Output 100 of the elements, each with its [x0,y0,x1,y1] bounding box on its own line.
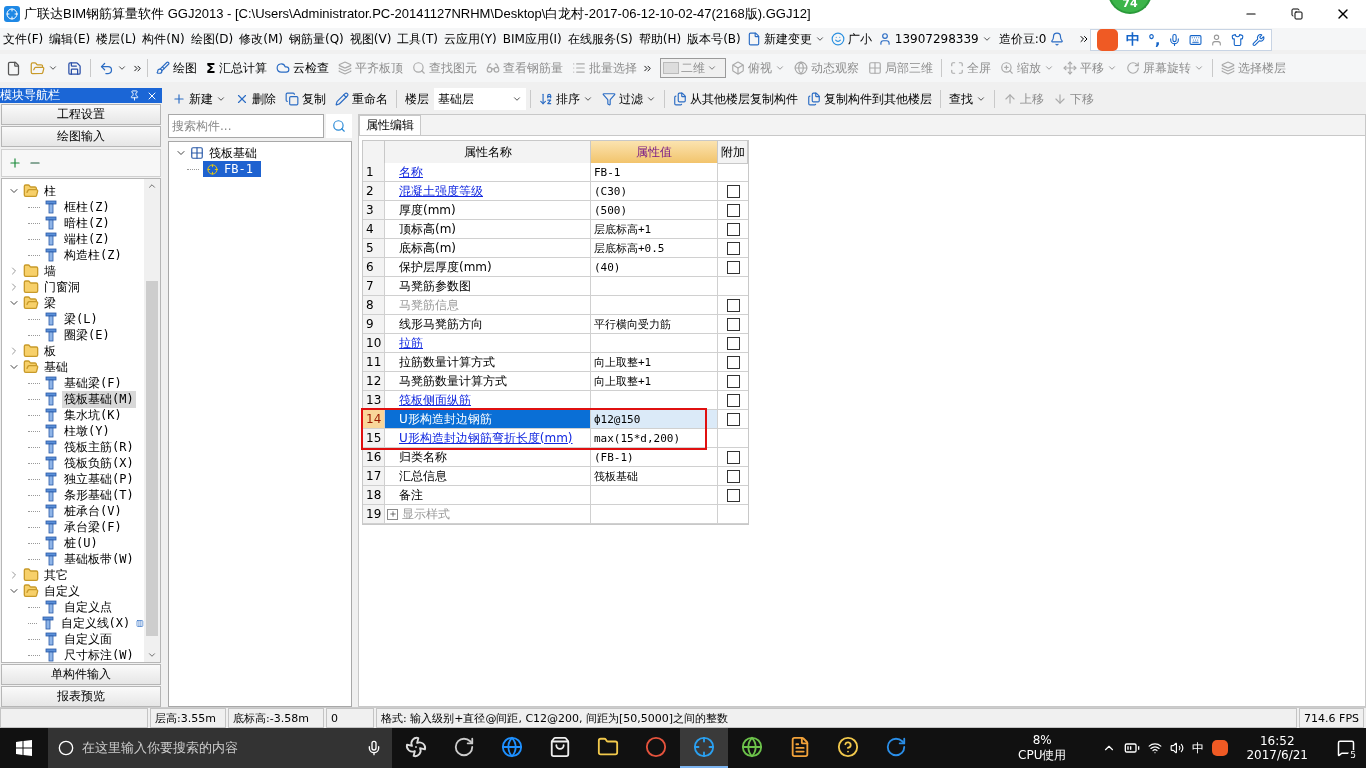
checkbox[interactable] [726,450,740,464]
menu-item[interactable]: 在线服务(S) [564,29,636,49]
tree-item[interactable]: 自定义点 [62,598,114,616]
checkbox[interactable] [726,374,740,388]
checkbox[interactable] [726,241,740,255]
toolbar-button[interactable]: 重命名 [331,88,392,110]
ime-punctuation[interactable]: °, [1147,32,1161,48]
tree-item[interactable]: 桩承台(V) [62,502,124,520]
tree-item[interactable]: 筏板主筋(R) [62,438,136,456]
search-field[interactable]: 搜索构件... [168,114,324,138]
property-link[interactable]: U形构造封边钢筋 [399,410,492,428]
tree-item[interactable]: 梁(L) [62,310,100,328]
ime-mode[interactable]: 中 [1125,31,1140,49]
tree-item[interactable]: 梁 [42,294,58,312]
nav-section-button[interactable]: 报表预览 [1,686,161,707]
nav-section-button[interactable]: 绘图输入 [1,126,161,147]
value-cell[interactable]: 层底标高+1 [591,220,718,239]
toolbar-button[interactable]: 复制构件到其他楼层 [803,88,936,110]
menu-item[interactable]: 视图(V) [346,29,395,49]
tree-item[interactable]: 端柱(Z) [62,230,112,248]
toolbar-button[interactable]: 云检查 [271,57,333,79]
ime-logo[interactable] [1212,740,1229,756]
checkbox[interactable] [726,184,740,198]
tree-item[interactable]: 集水坑(K) [62,406,124,424]
property-link[interactable]: 混凝土强度等级 [399,182,483,200]
tree-item[interactable]: 独立基础(P) [62,470,136,488]
value-cell[interactable]: FB-1 [591,163,718,182]
tree-item[interactable]: 条形基础(T) [62,486,136,504]
menu-item[interactable]: 编辑(E) [46,29,94,49]
tree-item[interactable]: 尺寸标注(W) [62,646,136,664]
clock-time[interactable]: 16:52 [1259,734,1295,748]
toolbar-button[interactable]: 从其他楼层复制构件 [669,88,802,110]
tree-item[interactable]: 筏板基础(M) [62,390,136,408]
search-button[interactable] [326,114,352,138]
menu-item[interactable]: 绘图(D) [187,29,237,49]
clock-date[interactable]: 2017/6/21 [1246,748,1308,762]
tree-item[interactable]: 框柱(Z) [62,198,112,216]
tree-item[interactable]: 基础梁(F) [62,374,124,392]
menu-item[interactable]: 文件(F) [0,29,47,49]
checkbox[interactable] [726,336,740,350]
value-cell[interactable] [591,296,718,315]
value-cell[interactable]: (C30) [591,182,718,201]
checkbox[interactable] [726,412,740,426]
tree-item[interactable]: 柱墩(Y) [62,422,112,440]
property-link[interactable]: 拉筋 [399,334,423,352]
checkbox[interactable] [726,488,740,502]
toolbar-button[interactable]: 新建 [168,88,230,110]
account-menu[interactable]: 13907298339 [874,29,995,49]
menu-item[interactable]: 新建变更 [743,29,828,49]
scrollbar[interactable] [144,179,160,662]
tree-item[interactable]: 筏板负筋(X) [62,454,136,472]
value-cell[interactable]: (FB-1) [591,448,718,467]
value-cell[interactable] [591,505,718,524]
ime-indicator[interactable]: 中 [1192,739,1205,757]
toolbar-button[interactable]: 复制 [281,88,330,110]
menu-item[interactable]: 云应用(Y) [441,29,500,49]
toolbar-button[interactable]: 绘图 [152,57,201,79]
checkbox[interactable] [726,203,740,217]
nav-section-button[interactable]: 单构件输入 [1,664,161,685]
value-cell[interactable] [591,334,718,353]
toolbar-button[interactable]: 查找 [945,88,990,110]
value-cell[interactable]: max(15*d,200) [591,429,718,448]
menu-item[interactable]: 版本号(B) [684,29,744,49]
toolbar-button[interactable]: 过滤 [598,88,660,110]
tree-item[interactable]: 墙 [42,262,58,280]
tree-item[interactable]: 暗柱(Z) [62,214,112,232]
checkbox[interactable] [726,317,740,331]
value-cell[interactable] [591,486,718,505]
tree-item[interactable]: 构造柱(Z) [62,246,124,264]
menu-item[interactable]: 钢筋量(Q) [285,29,347,49]
notifications-button[interactable]: 5 [1326,728,1366,768]
tab[interactable]: 属性编辑 [359,115,421,135]
value-cell[interactable] [591,277,718,296]
floor-select[interactable]: 基础层 [434,88,526,110]
checkbox[interactable] [726,222,740,236]
menu-item[interactable]: 楼层(L) [93,29,140,49]
tree-item[interactable]: FB-1 [203,161,261,177]
tree-item[interactable]: 筏板基础 [207,144,259,162]
checkbox[interactable] [726,355,740,369]
tree-item[interactable]: 门窗洞 [42,278,82,296]
checkbox[interactable] [726,393,740,407]
toolbar-button[interactable]: 排序 [535,88,597,110]
tree-item[interactable]: 其它 [42,566,70,584]
value-cell[interactable]: (40) [591,258,718,277]
property-link[interactable]: U形构造封边钢筋弯折长度(mm) [399,429,573,447]
property-link[interactable]: 名称 [399,163,423,181]
value-cell[interactable]: 平行横向受力筋 [591,315,718,334]
tree-item[interactable]: 圈梁(E) [62,326,112,344]
tree-item[interactable]: 桩(U) [62,534,100,552]
toolbar-button[interactable]: Σ 汇总计算 [202,57,271,79]
tree-item[interactable]: 自定义线(X) [58,614,133,632]
value-cell[interactable]: 向上取整+1 [591,372,718,391]
toolbar-button[interactable]: 删除 [231,88,280,110]
menu-item[interactable]: 工具(T) [394,29,442,49]
menu-item[interactable]: 修改(M) [236,29,286,49]
value-cell[interactable]: (500) [591,201,718,220]
menu-item[interactable]: 广小 [827,29,875,49]
nav-section-button[interactable]: 工程设置 [1,104,161,125]
tree-item[interactable]: 基础 [42,358,70,376]
value-cell[interactable]: ф12@150 [591,410,718,429]
